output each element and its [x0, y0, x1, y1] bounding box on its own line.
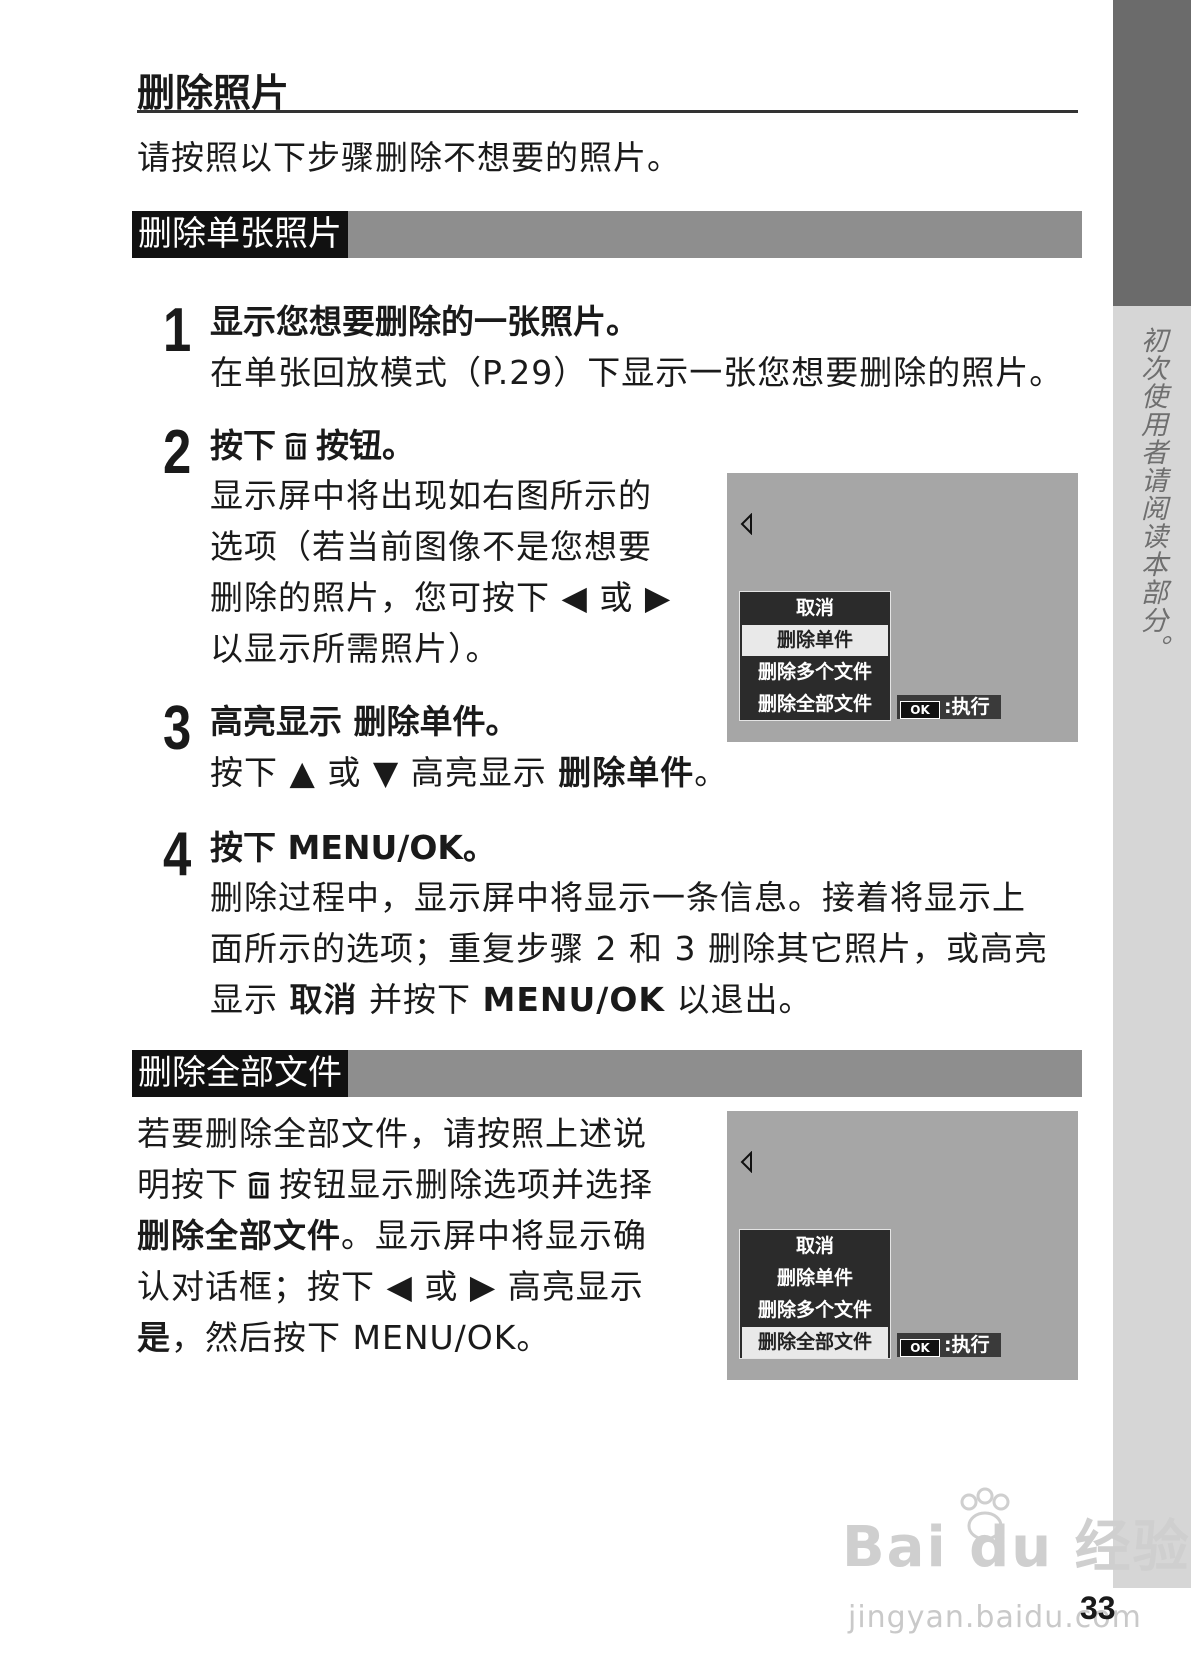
trash-icon — [245, 1162, 273, 1199]
menu-item-delete-all[interactable]: 删除全部文件 — [742, 689, 888, 720]
body-line: 是，然后按下 MENU/OK。 — [137, 1318, 551, 1357]
step-body: 删除过程中，显示屏中将显示一条信息。接着将显示上 面所示的选项；重复步骤 2 和… — [210, 872, 1048, 1025]
step-number: 4 — [163, 820, 192, 889]
body-part: 。 — [694, 753, 729, 792]
body-line: 认对话框；按下 ◀ 或 ▶ 高亮显示 — [137, 1267, 644, 1306]
body-line: 删除过程中，显示屏中将显示一条信息。接着将显示上 — [210, 878, 1026, 917]
step-body: 显示屏中将出现如右图所示的 选项（若当前图像不是您想要 删除的照片，您可按下 ◀… — [210, 470, 671, 674]
delete-menu: 取消 删除单件 删除多个文件 删除全部文件 — [739, 1229, 891, 1359]
page-title: 删除照片 — [137, 71, 290, 115]
step-heading: 按下 MENU/OK。 — [210, 828, 496, 867]
side-tab-dark — [1113, 0, 1191, 306]
delete-menu: 取消 删除单件 删除多个文件 删除全部文件 — [739, 591, 891, 721]
camera-screen-single: 取消 删除单件 删除多个文件 删除全部文件 OK:执行 — [727, 473, 1078, 742]
menu-item-cancel[interactable]: 取消 — [742, 1231, 888, 1262]
section-label-single: 删除单张照片 — [132, 211, 348, 258]
back-arrow-icon — [740, 513, 752, 535]
body-part: 按下 ▲ 或 ▼ 高亮显示 — [210, 753, 559, 792]
section-label-all: 删除全部文件 — [132, 1050, 348, 1097]
step-number: 1 — [163, 296, 192, 365]
step-heading: 显示您想要删除的一张照片。 — [210, 302, 639, 341]
exec-label: :执行 — [944, 696, 990, 718]
intro-text: 请按照以下步骤删除不想要的照片。 — [137, 138, 681, 177]
title-divider — [137, 110, 1078, 113]
body-line: 明按下 按钮显示删除选项并选择 — [137, 1159, 653, 1210]
section-header-all: 删除全部文件 — [132, 1050, 1082, 1097]
body-line: 删除全部文件。显示屏中将显示确 — [137, 1216, 647, 1255]
menu-item-delete-multiple[interactable]: 删除多个文件 — [742, 657, 888, 688]
body-line: 若要删除全部文件，请按照上述说 — [137, 1114, 647, 1153]
section-header-single: 删除单张照片 — [132, 211, 1082, 258]
back-arrow-icon — [740, 1151, 752, 1173]
body-line: 以显示所需照片）。 — [210, 629, 500, 668]
exec-label: :执行 — [944, 1334, 990, 1356]
step-heading-part: 按下 — [210, 426, 276, 465]
delete-all-text: 若要删除全部文件，请按照上述说 明按下 按钮显示删除选项并选择 删除全部文件。显示… — [137, 1108, 653, 1363]
exec-hint: OK:执行 — [897, 695, 1001, 719]
ok-icon: OK — [900, 701, 940, 719]
body-line: 删除的照片，您可按下 ◀ 或 ▶ — [210, 578, 672, 617]
menu-item-cancel[interactable]: 取消 — [742, 593, 888, 624]
exec-hint: OK:执行 — [897, 1333, 1001, 1357]
step-number: 2 — [163, 418, 192, 487]
menu-item-delete-all[interactable]: 删除全部文件 — [742, 1327, 888, 1358]
body-line: 显示屏中将出现如右图所示的 — [210, 476, 652, 515]
ok-icon: OK — [900, 1339, 940, 1357]
step-body: 在单张回放模式（P.29）下显示一张您想要删除的照片。 — [210, 353, 1064, 392]
step-number: 3 — [163, 694, 192, 763]
trash-icon — [282, 429, 310, 460]
camera-screen-all: 取消 删除单件 删除多个文件 删除全部文件 OK:执行 — [727, 1111, 1078, 1380]
step-heading: 高亮显示 删除单件。 — [210, 702, 519, 741]
side-tab-text: 初次使用者请阅读本部分。 — [1136, 326, 1167, 662]
watermark-brand: Bai du 经验 — [842, 1515, 1191, 1580]
page-number: 33 — [1080, 1590, 1116, 1626]
body-line: 面所示的选项；重复步骤 2 和 3 删除其它照片，或高亮 — [210, 929, 1048, 968]
body-line: 显示 取消 并按下 MENU/OK 以退出。 — [210, 980, 813, 1019]
menu-item-delete-single[interactable]: 删除单件 — [742, 1263, 888, 1294]
step-body: 按下 ▲ 或 ▼ 高亮显示 删除单件。 — [210, 746, 728, 794]
body-bold: 删除单件 — [558, 753, 695, 792]
menu-item-delete-single[interactable]: 删除单件 — [742, 625, 888, 656]
step-heading: 按下 按钮。 — [210, 419, 415, 467]
menu-item-delete-multiple[interactable]: 删除多个文件 — [742, 1295, 888, 1326]
step-heading-part: 按钮。 — [316, 426, 415, 465]
body-line: 选项（若当前图像不是您想要 — [210, 527, 652, 566]
